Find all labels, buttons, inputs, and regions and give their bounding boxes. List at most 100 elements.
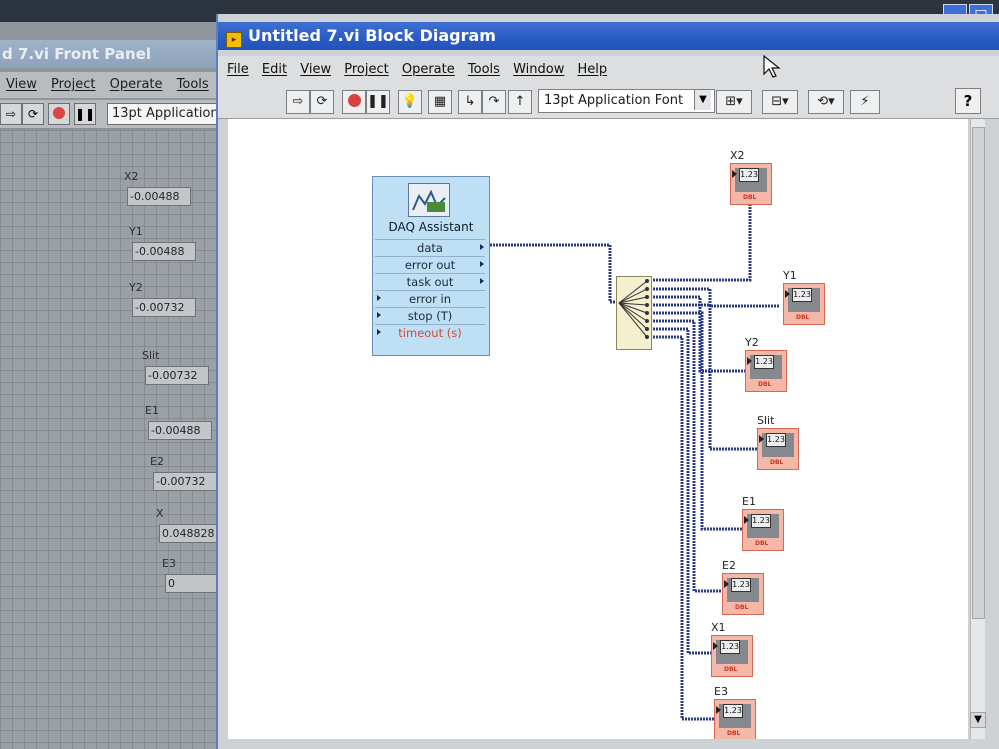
abort-icon[interactable] xyxy=(48,103,70,125)
vertical-scrollbar[interactable] xyxy=(970,119,985,739)
block-diagram-menubar: File Edit View Project Operate Tools Win… xyxy=(218,56,999,84)
indicator-label: X1 xyxy=(711,621,726,634)
menu-edit[interactable]: Edit xyxy=(262,62,287,77)
split-signals-icon xyxy=(618,279,649,339)
retain-wire-values-icon[interactable]: ▦ xyxy=(428,90,452,114)
block-diagram-toolbar: ⇨ ⟳ ❚❚ 💡 ▦ ↳ ↷ ↑ 13pt Application Font ▼… xyxy=(218,84,999,119)
output-arrow-icon xyxy=(480,278,484,284)
cleanup-diagram-icon[interactable]: ⚡ xyxy=(850,90,880,114)
fp-indicator-value[interactable]: -0.00732 xyxy=(145,366,209,385)
daq-terminal-timeout[interactable]: timeout (s) xyxy=(375,324,485,341)
fp-menu-view[interactable]: View xyxy=(6,77,37,92)
terminal-label: error in xyxy=(409,292,451,306)
dbl-indicator-icon: 1.23 DBL xyxy=(745,350,787,392)
abort-icon[interactable] xyxy=(342,90,366,114)
run-arrow-icon[interactable]: ⇨ xyxy=(0,103,22,125)
scrollbar-thumb[interactable] xyxy=(972,127,985,619)
fp-indicator-label: Y1 xyxy=(129,225,143,238)
dbl-indicator-icon: 1.23 DBL xyxy=(711,635,753,677)
indicator-display: 1.23 xyxy=(754,355,774,369)
menu-help[interactable]: Help xyxy=(577,62,607,77)
daq-terminal-stop[interactable]: stop (T) xyxy=(375,307,485,324)
split-signals-node[interactable] xyxy=(616,276,652,350)
mouse-cursor-icon xyxy=(763,54,781,78)
indicator-label: Y2 xyxy=(745,336,759,349)
fp-indicator-value[interactable]: -0.00488 xyxy=(127,187,191,206)
indicator-display: 1.23 xyxy=(731,578,751,592)
fp-indicator-value[interactable]: -0.00732 xyxy=(132,298,196,317)
indicator-label: E1 xyxy=(742,495,756,508)
fp-menu-project[interactable]: Project xyxy=(51,77,95,92)
fp-indicator-value[interactable]: 0.048828 xyxy=(159,524,223,543)
daq-node-title: DAQ Assistant xyxy=(388,220,474,234)
wire-data xyxy=(490,243,616,304)
font-select[interactable]: 13pt Application Font xyxy=(538,89,715,113)
run-continuously-icon[interactable]: ⟳ xyxy=(22,103,44,125)
menu-file[interactable]: File xyxy=(227,62,249,77)
terminal-label: task out xyxy=(406,275,454,289)
indicator-display: 1.23 xyxy=(723,704,743,718)
run-continuously-icon[interactable]: ⟳ xyxy=(310,90,334,114)
step-into-icon[interactable]: ↳ xyxy=(458,90,482,114)
fp-indicator-value[interactable]: -0.00488 xyxy=(148,421,212,440)
fp-indicator-value[interactable]: -0.00732 xyxy=(153,472,217,491)
indicator-label: Slit xyxy=(757,414,775,427)
block-diagram-canvas[interactable]: DAQ Assistant data error out task out er… xyxy=(228,119,968,739)
input-arrow-icon xyxy=(377,295,381,301)
align-objects-icon[interactable]: ⊞▾ xyxy=(716,90,752,114)
menu-window[interactable]: Window xyxy=(513,62,564,77)
step-over-icon[interactable]: ↷ xyxy=(482,90,506,114)
run-arrow-icon[interactable]: ⇨ xyxy=(286,90,310,114)
highlight-execution-icon[interactable]: 💡 xyxy=(398,90,422,114)
daq-terminal-data[interactable]: data xyxy=(375,239,485,256)
labview-vi-icon: ▸ xyxy=(226,32,242,48)
daq-terminal-error-in[interactable]: error in xyxy=(375,290,485,307)
indicator-display: 1.23 xyxy=(792,288,812,302)
fp-indicator-label: E3 xyxy=(162,557,176,570)
reorder-icon[interactable]: ⟲▾ xyxy=(808,90,844,114)
fp-indicator-value[interactable]: -0.00488 xyxy=(132,242,196,261)
terminal-label: timeout (s) xyxy=(398,326,462,340)
daq-terminal-task-out[interactable]: task out xyxy=(375,273,485,290)
menu-operate[interactable]: Operate xyxy=(402,62,455,77)
dbl-indicator-icon: 1.23 DBL xyxy=(730,163,772,205)
block-diagram-titlebar[interactable]: ▸ Untitled 7.vi Block Diagram xyxy=(218,22,999,50)
daq-assistant-node[interactable]: DAQ Assistant data error out task out er… xyxy=(372,176,490,356)
fp-indicator-value[interactable]: 0 xyxy=(165,574,217,593)
indicator-label: Y1 xyxy=(783,269,797,282)
pause-icon[interactable]: ❚❚ xyxy=(74,103,96,125)
fp-indicator-label: Slit xyxy=(142,349,160,362)
input-arrow-icon xyxy=(377,312,381,318)
chevron-down-icon[interactable]: ▼ xyxy=(970,712,986,728)
daq-terminal-error-out[interactable]: error out xyxy=(375,256,485,273)
dbl-indicator-icon: 1.23 DBL xyxy=(783,283,825,325)
indicator-type: DBL xyxy=(796,314,810,321)
dbl-indicator-icon: 1.23 DBL xyxy=(714,699,756,739)
distribute-objects-icon[interactable]: ⊟▾ xyxy=(762,90,798,114)
fp-indicator-label: E1 xyxy=(145,404,159,417)
menu-view[interactable]: View xyxy=(300,62,331,77)
indicator-type: DBL xyxy=(770,459,784,466)
menu-tools[interactable]: Tools xyxy=(468,62,500,77)
wire-x2 xyxy=(650,197,752,282)
indicator-type: DBL xyxy=(724,666,738,673)
block-diagram-title: Untitled 7.vi Block Diagram xyxy=(248,26,496,45)
indicator-display: 1.23 xyxy=(720,640,740,654)
help-button[interactable]: ? xyxy=(955,88,981,114)
block-diagram-window[interactable]: ▸ Untitled 7.vi Block Diagram File Edit V… xyxy=(216,14,999,749)
terminal-label: data xyxy=(417,241,443,255)
fp-menu-operate[interactable]: Operate xyxy=(110,77,163,92)
wire-y2 xyxy=(650,295,745,373)
menu-project[interactable]: Project xyxy=(344,62,388,77)
pause-icon[interactable]: ❚❚ xyxy=(366,90,390,114)
indicator-label: E2 xyxy=(722,559,736,572)
fp-indicator-label: Y2 xyxy=(129,281,143,294)
input-arrow-icon xyxy=(377,329,381,335)
indicator-type: DBL xyxy=(735,604,749,611)
step-out-icon[interactable]: ↑ xyxy=(508,90,532,114)
indicator-display: 1.23 xyxy=(751,514,771,528)
chevron-down-icon[interactable]: ▼ xyxy=(694,90,711,110)
terminal-label: error out xyxy=(404,258,456,272)
fp-menu-tools[interactable]: Tools xyxy=(177,77,209,92)
wires xyxy=(490,197,780,721)
